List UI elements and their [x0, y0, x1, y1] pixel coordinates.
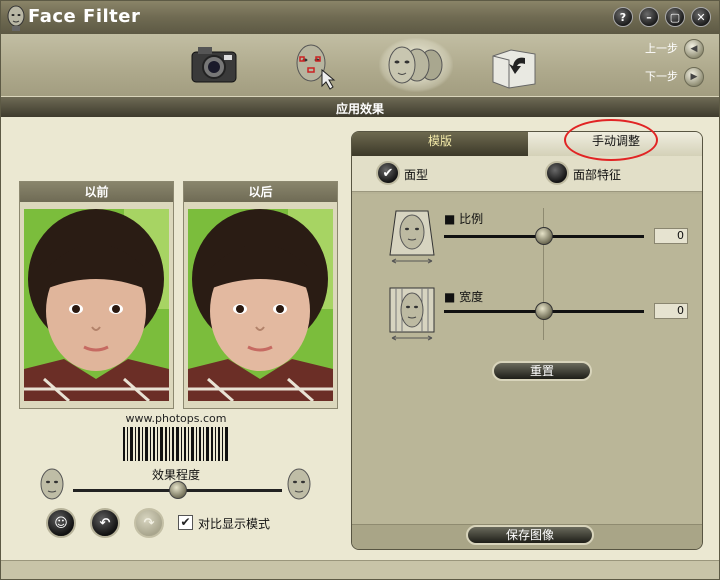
width-value[interactable]: 0	[654, 303, 688, 319]
tool-face-filter-button[interactable]	[379, 38, 453, 92]
chevron-right-icon: ▶	[690, 72, 698, 82]
after-panel-label: 以后	[184, 182, 337, 202]
prev-step-button[interactable]: ◀	[684, 39, 704, 59]
title-bar: Face Filter ? – ▢ ✕	[1, 1, 719, 34]
after-photo	[188, 209, 333, 401]
close-button[interactable]: ✕	[691, 7, 711, 27]
next-step-label: 下一步	[645, 70, 678, 83]
app-window: Face Filter ? – ▢ ✕ 上一步 ◀ 下一步 ▶ 应用效果 以前 …	[0, 0, 720, 580]
width-slider-label: ■ 宽度	[444, 290, 484, 304]
effect-slider-thumb[interactable]	[168, 481, 187, 499]
ratio-slider-thumb[interactable]	[535, 227, 553, 245]
chevron-left-icon: ◀	[690, 44, 698, 54]
smiley-button[interactable]: ☺	[46, 508, 76, 538]
highlight-annotation	[564, 119, 658, 161]
face-more-effect-icon	[287, 468, 311, 500]
tab-template[interactable]: 模版	[352, 132, 528, 156]
face-select-icon	[296, 44, 336, 90]
restore-button[interactable]: ▢	[665, 7, 685, 27]
status-bar	[1, 560, 719, 579]
minimize-button[interactable]: –	[639, 7, 659, 27]
face-filter-icon	[388, 46, 443, 84]
width-slider-thumb[interactable]	[535, 302, 553, 320]
help-button[interactable]: ?	[613, 7, 633, 27]
before-photo	[24, 209, 169, 401]
app-logo-icon	[7, 5, 25, 31]
undo-icon: ↶	[99, 515, 111, 531]
check-icon: ✔	[382, 165, 394, 181]
ratio-slider-label: ■ 比例	[444, 212, 484, 226]
close-icon: ✕	[696, 10, 706, 24]
check-icon: ✔	[180, 515, 191, 529]
export-icon	[492, 49, 536, 89]
after-panel: 以后	[183, 181, 338, 409]
smiley-icon: ☺	[54, 515, 68, 531]
next-step-button[interactable]: ▶	[684, 67, 704, 87]
tool-face-select-button[interactable]	[284, 38, 344, 92]
prev-step-label: 上一步	[645, 42, 678, 55]
option-row: ✔ 面型 面部特征	[352, 156, 702, 192]
barcode-image	[123, 427, 228, 461]
app-title: Face Filter	[28, 6, 141, 27]
face-features-label: 面部特征	[573, 168, 622, 182]
reset-button[interactable]: 重置	[492, 361, 592, 381]
tool-camera-button[interactable]	[184, 38, 244, 92]
before-panel-label: 以前	[20, 182, 173, 202]
slider-area: ■ 比例 0 ■ 宽度 0 重置	[352, 194, 702, 524]
face-shape-radio[interactable]: ✔	[376, 161, 400, 185]
adjust-panel: 模版 手动调整 ✔ 面型 面部特征 ■ 比例 0 ■ 宽度 0 重置 保存图像	[351, 131, 703, 550]
width-face-icon	[389, 287, 435, 341]
ratio-value[interactable]: 0	[654, 228, 688, 244]
compare-mode-label: 对比显示模式	[198, 517, 271, 531]
section-title: 应用效果	[335, 102, 384, 116]
compare-mode-checkbox[interactable]: ✔	[178, 515, 193, 530]
redo-icon: ↷	[143, 515, 155, 531]
ratio-face-icon	[389, 210, 435, 264]
section-bar: 应用效果	[1, 96, 719, 117]
camera-icon	[191, 47, 237, 83]
tool-export-button[interactable]	[485, 38, 545, 92]
redo-button[interactable]: ↷	[134, 508, 164, 538]
help-icon: ?	[619, 10, 627, 24]
before-panel: 以前	[19, 181, 174, 409]
undo-button[interactable]: ↶	[90, 508, 120, 538]
minimize-icon: –	[646, 10, 652, 24]
watermark-url: www.photops.com	[125, 412, 227, 425]
restore-icon: ▢	[669, 10, 681, 24]
save-image-button[interactable]: 保存图像	[466, 525, 594, 545]
toolbar: 上一步 ◀ 下一步 ▶	[1, 34, 719, 96]
face-less-effect-icon	[40, 468, 64, 500]
face-features-radio[interactable]	[545, 161, 569, 185]
face-shape-label: 面型	[404, 168, 429, 182]
